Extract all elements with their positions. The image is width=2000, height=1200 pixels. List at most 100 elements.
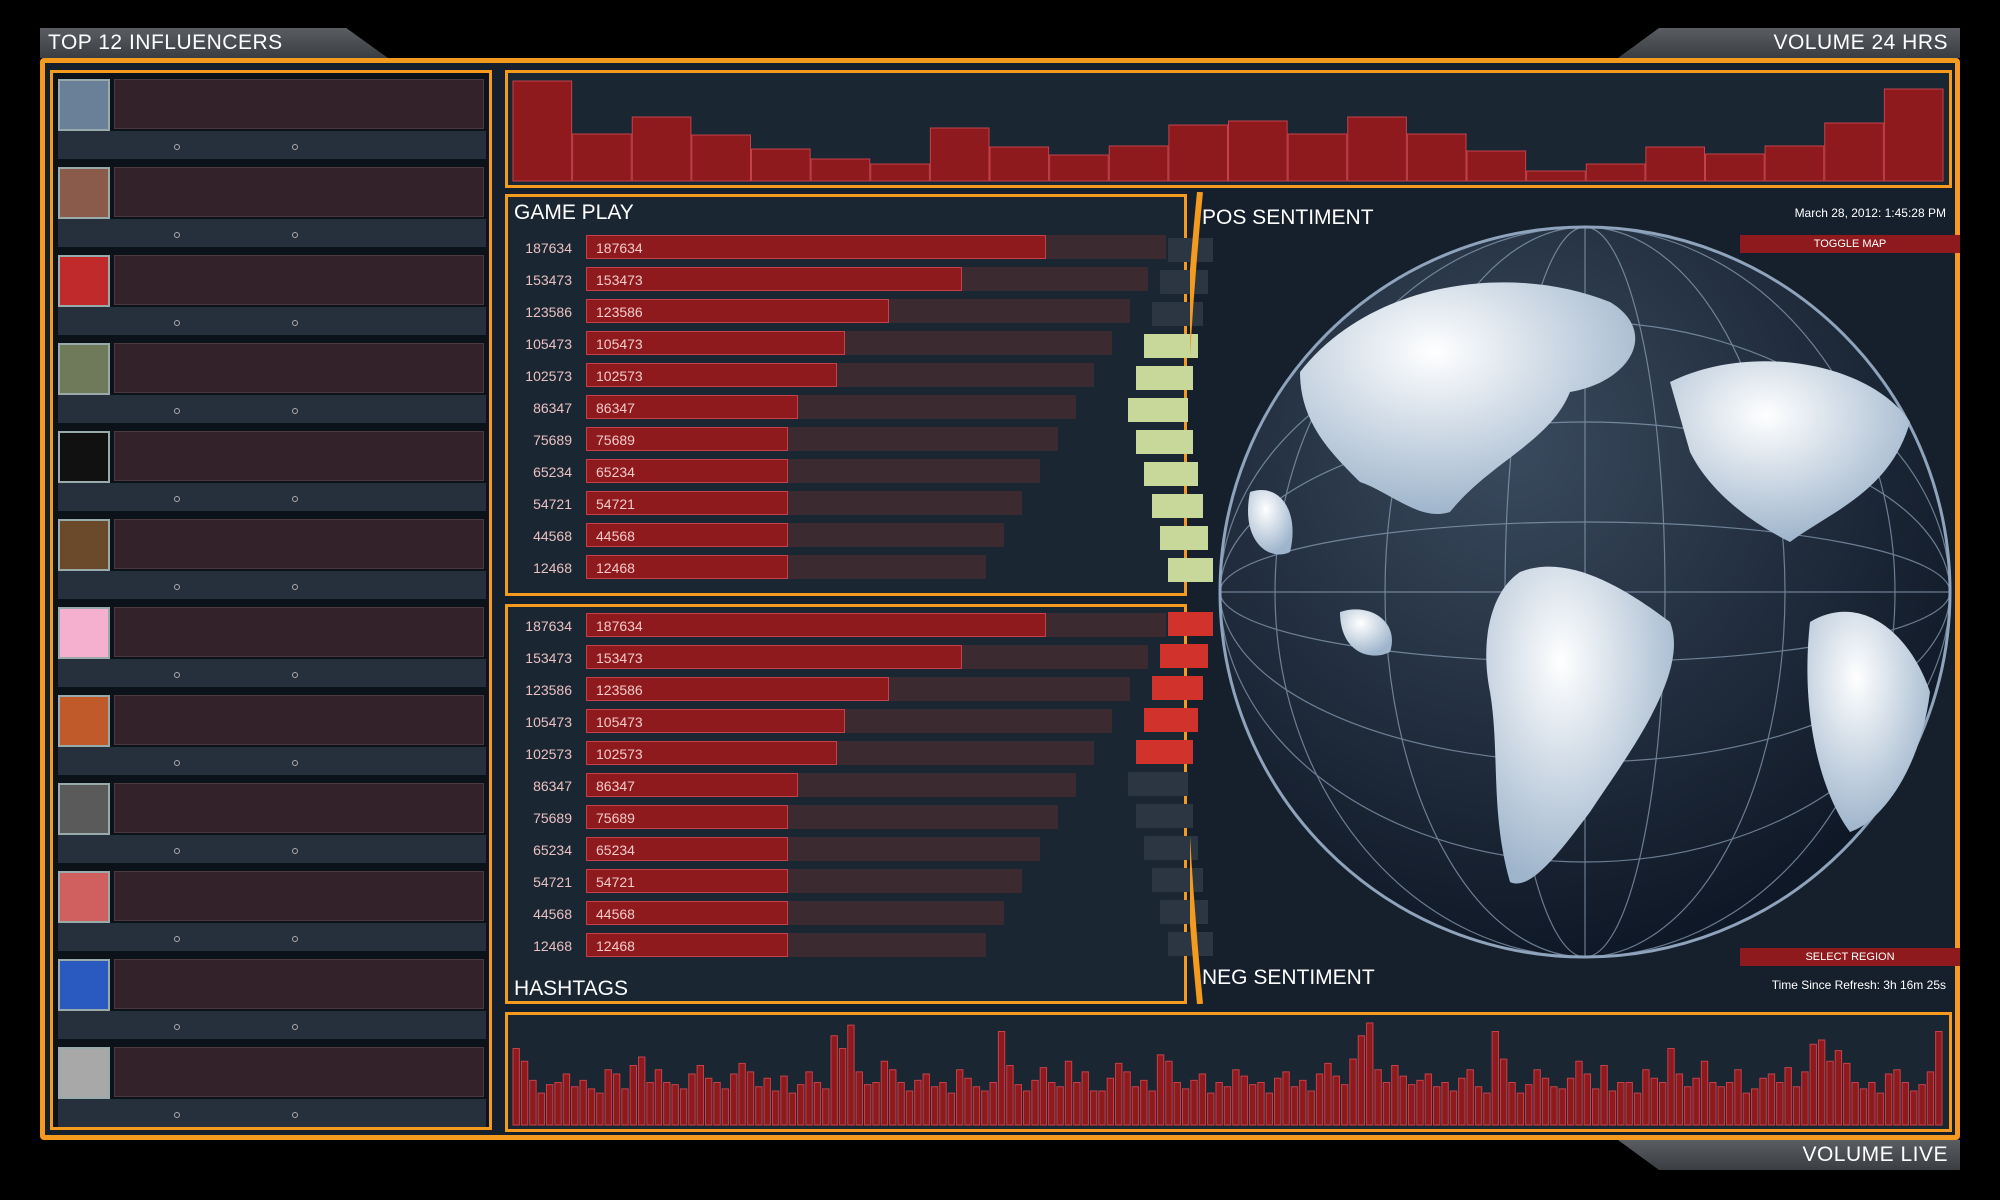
bar-value: 12468 [533,938,572,954]
volume-bar [579,1079,587,1126]
hashtags-title: HASHTAGS [514,977,628,1000]
influencer-row-4[interactable] [58,341,486,425]
influencer-row-8[interactable] [58,693,486,777]
neg-sentiment-label: NEG SENTIMENT [1202,966,1375,989]
ryu-avatar[interactable] [58,871,110,923]
influencer-stats [58,659,486,687]
kratos-avatar[interactable] [58,1047,110,1099]
volume-bar [889,1069,897,1126]
volume-bar [1449,1090,1458,1126]
influencer-row-6[interactable] [58,517,486,601]
globe-svg [1177,191,1952,1005]
volume-bar [1585,163,1646,182]
volume-bar [805,1071,813,1126]
bar-label: 65234 [596,842,635,858]
dot [174,232,180,238]
kirby-avatar[interactable] [58,607,110,659]
volume-bar [1910,1090,1918,1126]
bar-label: 44568 [596,528,635,544]
influencer-stats [58,219,486,247]
volume-bar [1056,1086,1064,1126]
influencer-row-10[interactable] [58,869,486,953]
volume-bar [1558,1088,1566,1126]
volume-bar [688,1073,696,1126]
bar-label: 44568 [596,906,635,922]
volume-bar [1006,1065,1014,1126]
bar-value: 12468 [533,560,572,576]
donkey-kong-avatar[interactable] [58,519,110,571]
volume-bar [1340,1084,1349,1126]
influencer-row-1[interactable] [58,77,486,161]
bar-label: 153473 [596,650,643,666]
dot [174,320,180,326]
influencer-row-12[interactable] [58,1045,486,1129]
man-avatar[interactable] [58,79,110,131]
volume-bar [713,1082,721,1126]
influencer-panel [114,959,484,1009]
volume-bar [751,148,811,182]
volume-bar [838,1048,847,1126]
volume-bar [922,1073,930,1126]
bar-value: 65234 [533,464,572,480]
volume-bar [721,1088,730,1126]
volume-bar [1516,1092,1525,1126]
volume-bar [1064,1060,1073,1126]
volume-bar [1809,1043,1817,1126]
master-chief-avatar[interactable] [58,343,110,395]
refresh-time: Time Since Refresh: 3h 16m 25s [1771,978,1946,992]
volume-bar [939,1082,947,1126]
volume-bar [1315,1073,1324,1126]
volume-bar [863,1084,872,1126]
volume-bar [1433,1086,1441,1126]
soldier-avatar[interactable] [58,783,110,835]
volume-bar [929,127,990,182]
bar-label: 102573 [596,368,643,384]
sonic-avatar[interactable] [58,959,110,1011]
influencer-panel [114,167,484,217]
volume-bar [1048,1082,1056,1126]
volume-bar [1265,1092,1274,1126]
volume-bar [813,1082,822,1126]
bar-label: 187634 [596,240,643,256]
select-region-button[interactable]: SELECT REGION [1740,948,1960,966]
dot [292,496,298,502]
samus-avatar[interactable] [58,695,110,747]
influencer-row-9[interactable] [58,781,486,865]
volume-bar [520,1060,529,1126]
influencer-row-11[interactable] [58,957,486,1041]
volume-bar [1658,1082,1667,1126]
bar-value: 153473 [525,272,572,288]
volume-bar [1215,1082,1223,1126]
influencer-panel [114,871,484,921]
influencer-panel [114,783,484,833]
volume-bar [822,1088,830,1126]
volume-bar [1633,1092,1642,1126]
volume-bar [1935,1031,1943,1126]
influencer-row-2[interactable] [58,165,486,249]
volume-bar [1508,1082,1516,1126]
volume-24-header: VOLUME 24 HRS [1618,28,1960,58]
volume-bar [1274,1077,1282,1126]
volume-bar [763,1077,771,1126]
hashtags-panel: HASHTAGS 187634 187634 153473 153473 12358… [505,604,1187,1004]
toggle-map-button[interactable]: TOGGLE MAP [1740,235,1960,253]
influencers-panel [50,70,492,1130]
influencer-row-3[interactable] [58,253,486,337]
influencers-title: TOP 12 INFLUENCERS [48,31,283,54]
woman-avatar[interactable] [58,167,110,219]
volume-bar [780,1075,788,1126]
volume-bar [587,1088,596,1126]
dot [292,936,298,942]
mario-avatar[interactable] [58,255,110,307]
volume-bar [1901,1082,1910,1126]
sentiment-segment [1128,398,1188,422]
influencer-row-5[interactable] [58,429,486,513]
dot [292,672,298,678]
volume-bar [1642,1069,1650,1126]
volume-bar [797,1084,805,1126]
volume-bar [1851,1082,1859,1126]
volume-bar [1525,1084,1533,1126]
influencer-row-7[interactable] [58,605,486,689]
influencer-stats [58,395,486,423]
pacman-avatar[interactable] [58,431,110,483]
